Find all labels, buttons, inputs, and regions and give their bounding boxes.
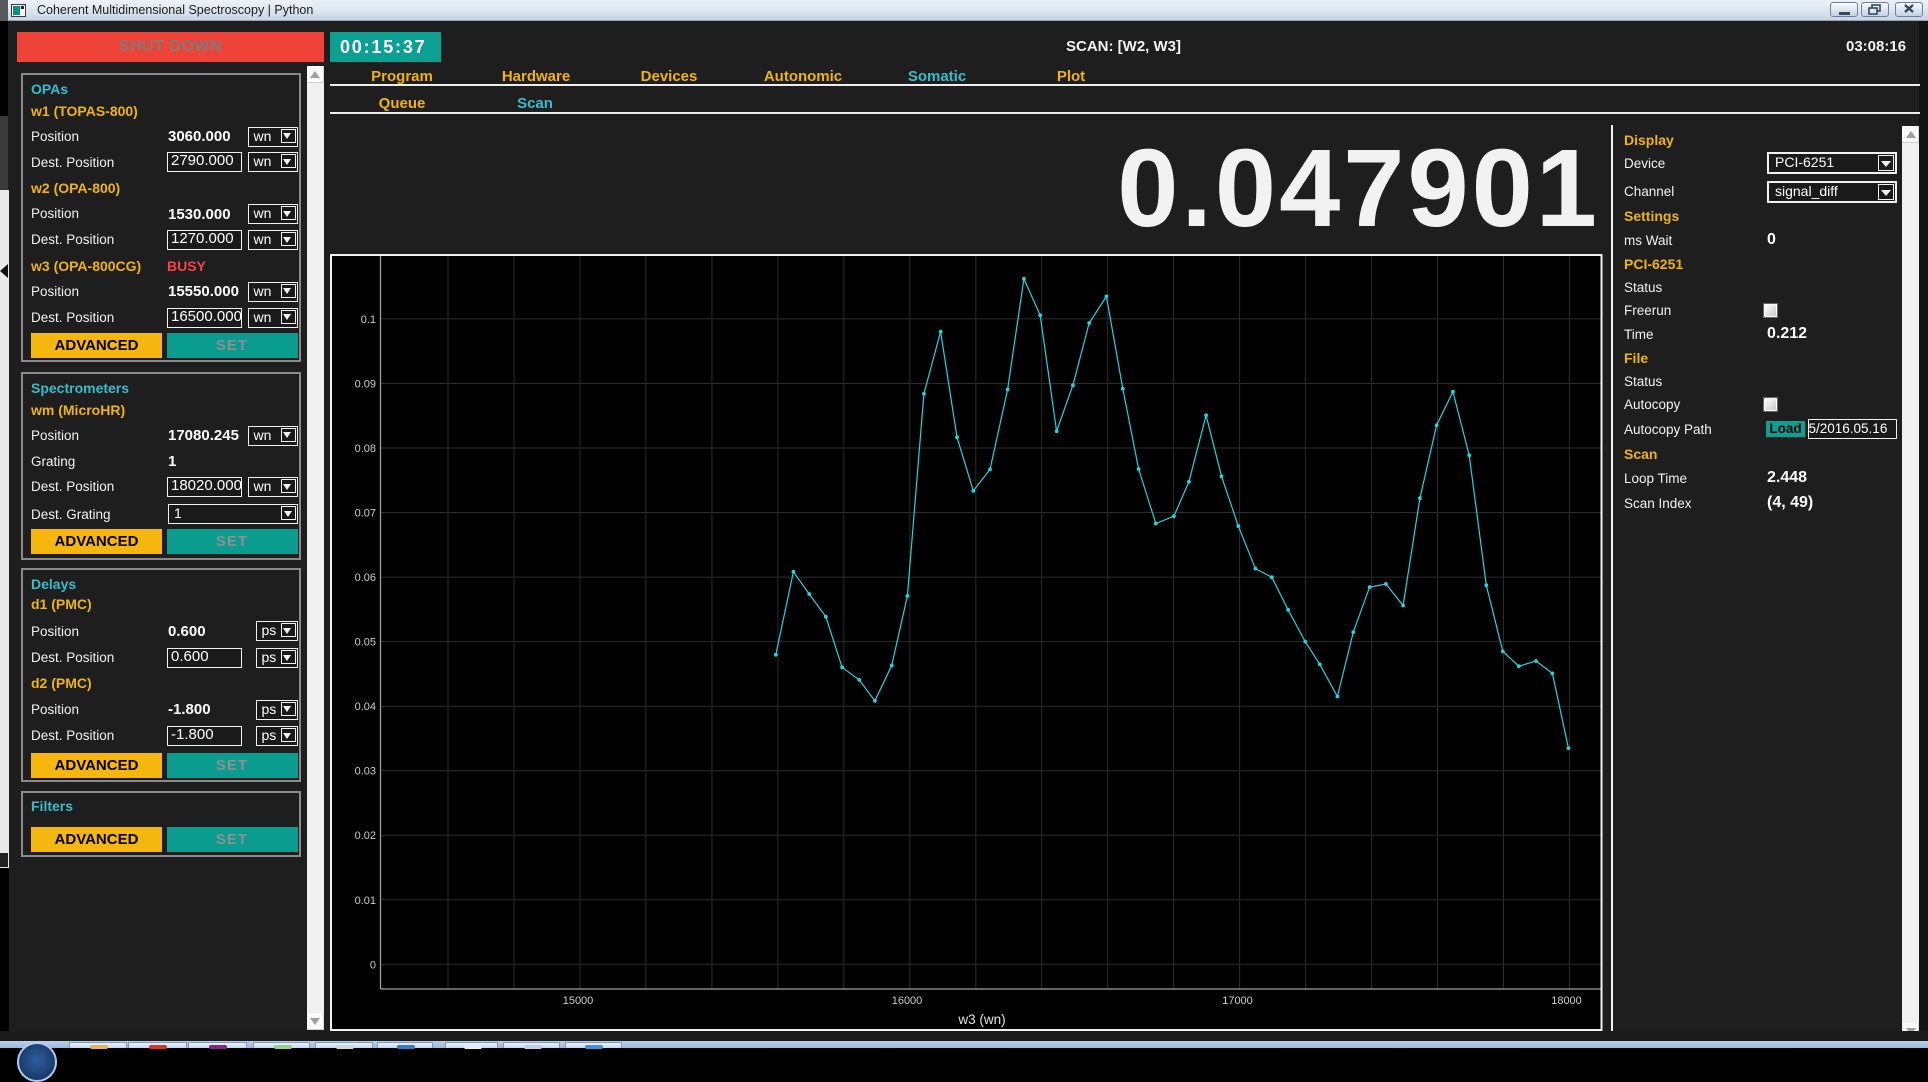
svg-text:0.08: 0.08 (355, 443, 376, 455)
svg-text:0.05: 0.05 (355, 637, 376, 649)
svg-text:0.1: 0.1 (361, 314, 376, 326)
svg-text:0: 0 (370, 959, 376, 971)
svg-text:17000: 17000 (1222, 995, 1253, 1007)
svg-text:0.01: 0.01 (355, 895, 376, 907)
svg-text:18000: 18000 (1551, 995, 1582, 1007)
svg-text:0.04: 0.04 (355, 701, 376, 713)
svg-text:0.02: 0.02 (355, 830, 376, 842)
svg-text:0.07: 0.07 (355, 508, 376, 520)
svg-text:15000: 15000 (563, 995, 594, 1007)
svg-text:16000: 16000 (892, 995, 923, 1007)
svg-text:0.06: 0.06 (355, 572, 376, 584)
svg-text:0.09: 0.09 (355, 379, 376, 391)
svg-text:w3 (wn): w3 (wn) (957, 1012, 1005, 1027)
svg-text:0.03: 0.03 (355, 766, 376, 778)
